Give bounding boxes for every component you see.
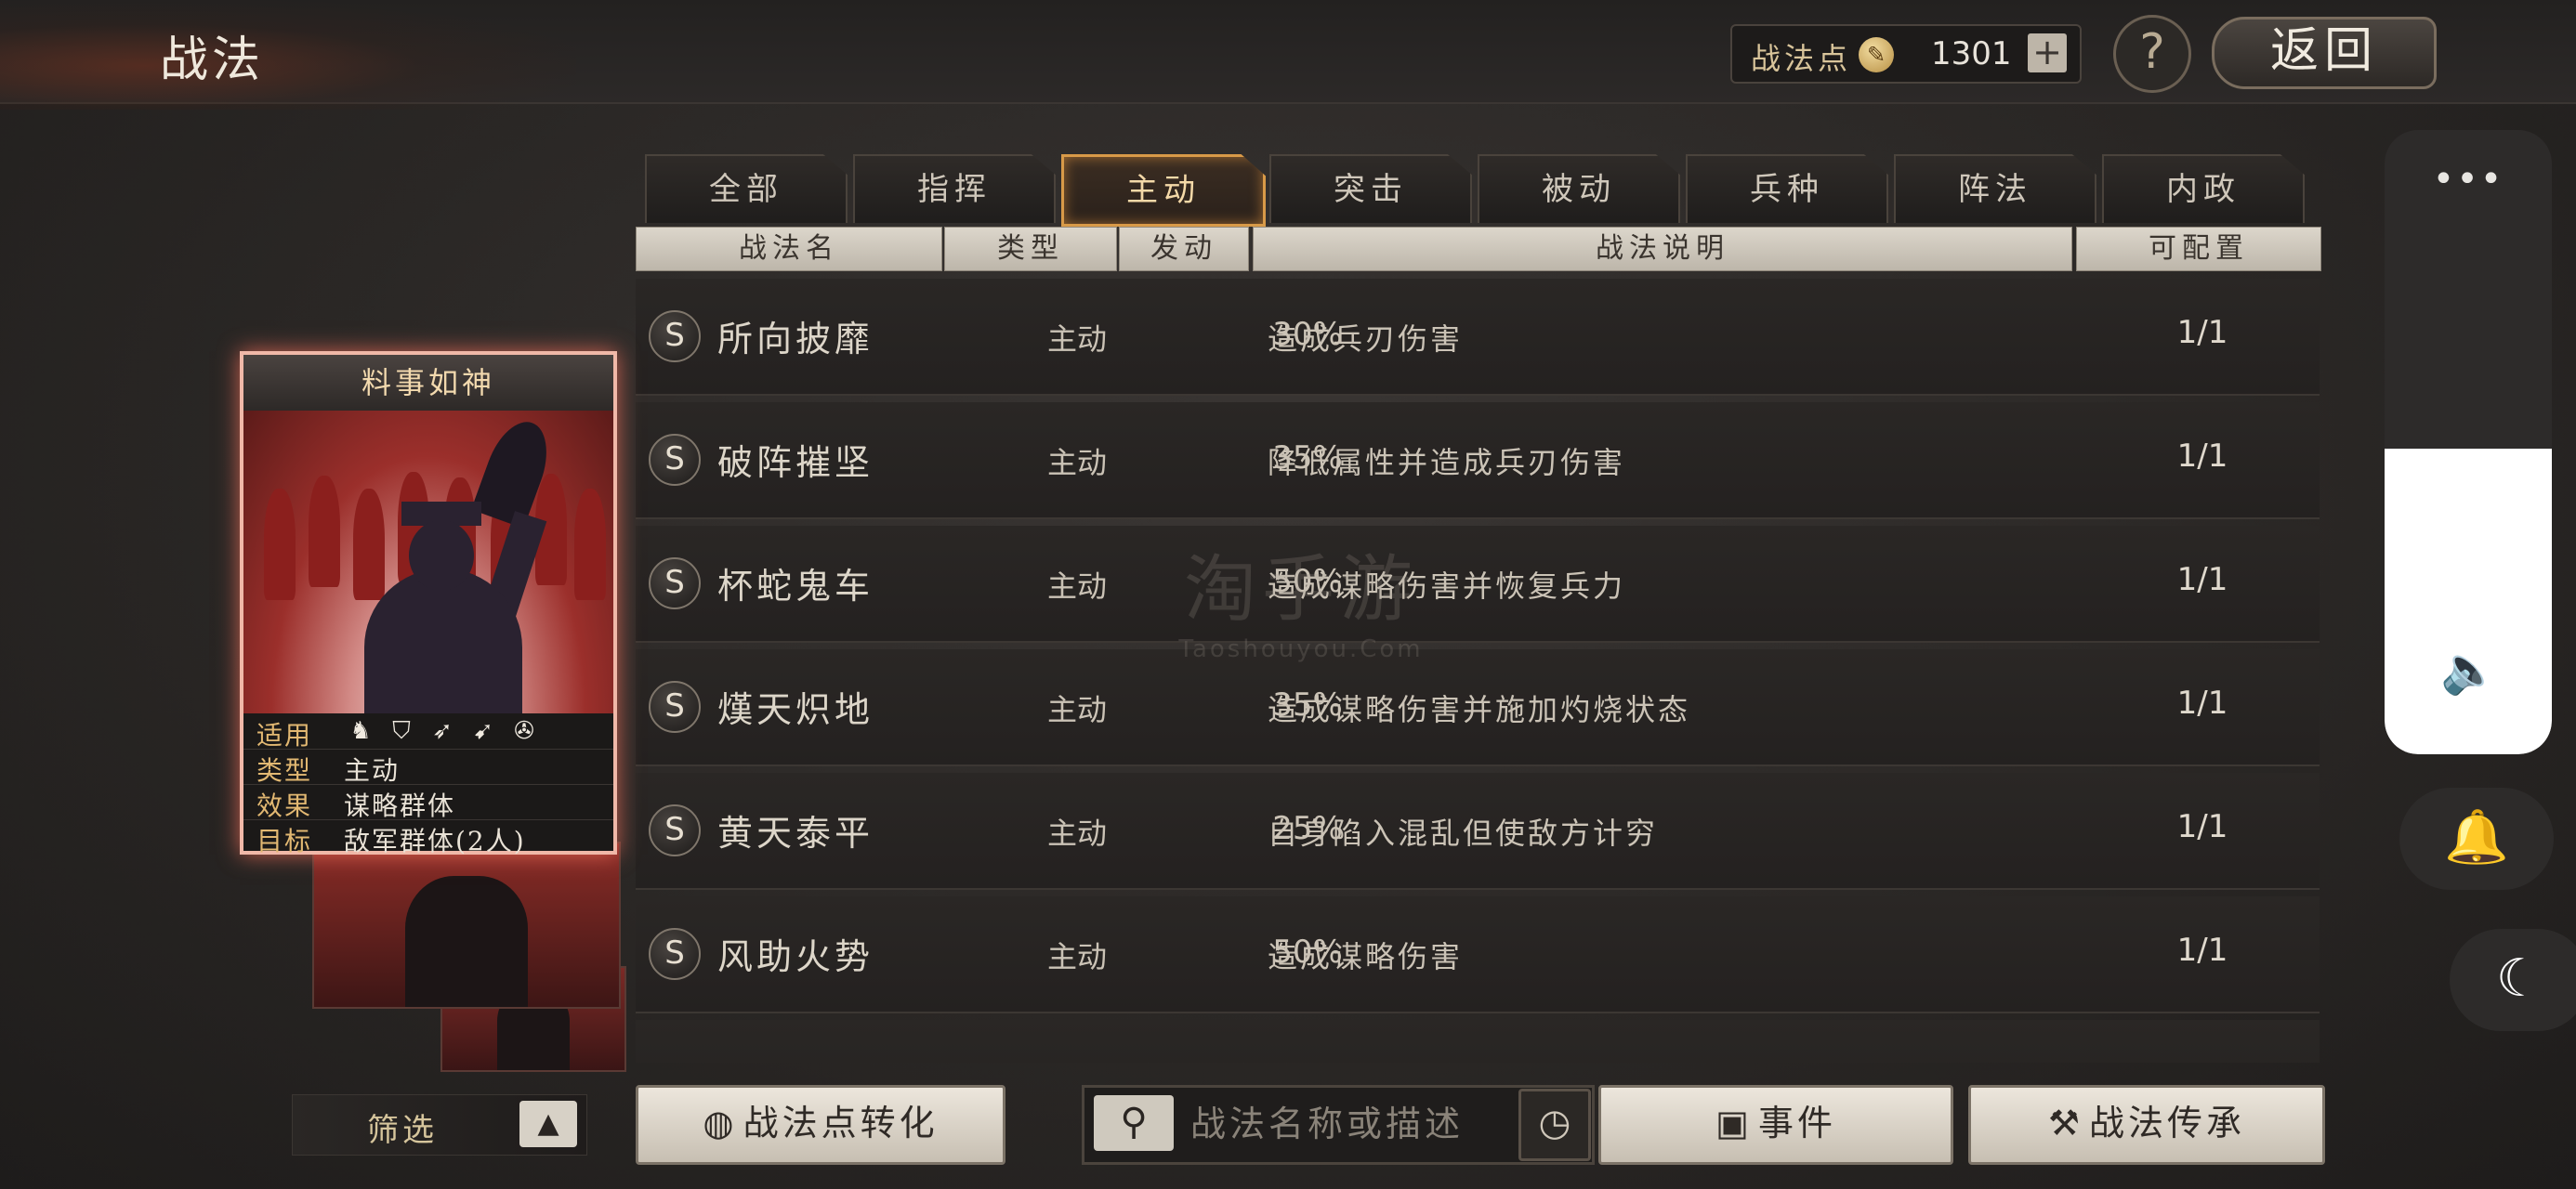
card-apply-row: 适用 ♞ ⛉ ➶ ➹ ✇ [243, 713, 613, 751]
add-points-button[interactable]: + [2028, 33, 2067, 72]
bell-icon[interactable]: 🔔 [2399, 788, 2554, 890]
volume-slider[interactable] [2385, 449, 2552, 754]
tactic-config: 1/1 [2176, 685, 2228, 722]
more-options-icon[interactable]: ••• [2385, 158, 2552, 201]
card-title: 料事如神 [243, 355, 613, 411]
grade-s-icon: S [649, 557, 701, 609]
card-stack-middle [312, 842, 621, 1009]
filter-box[interactable]: 筛选 ▲ [292, 1094, 587, 1156]
tab-all[interactable]: 全部 [645, 154, 848, 223]
tab-formation[interactable]: 阵法 [1894, 154, 2096, 223]
tactic-desc: 造成谋略伤害并施加灼烧状态 [1268, 692, 1691, 727]
search-icon[interactable]: ⚲ [1094, 1095, 1174, 1151]
tactic-type: 主动 [1046, 321, 1107, 357]
convert-points-button[interactable]: ◍ 战法点转化 [636, 1085, 1005, 1165]
tactic-row[interactable]: S 杯蛇鬼车 主动 50% 造成谋略伤害并恢复兵力 1/1 [636, 526, 2320, 643]
tactic-type: 主动 [1046, 692, 1107, 727]
tab-active[interactable]: 主动 [1061, 154, 1266, 227]
inherit-button[interactable]: ⚒ 战法传承 [1968, 1085, 2325, 1165]
tactic-name: 破阵摧坚 [717, 442, 874, 483]
ink-decoration [0, 0, 576, 110]
top-bar: 战法 战法点 ✎ 1301 + ? 返回 [0, 0, 2576, 110]
column-header-name[interactable]: 战法名 [636, 227, 942, 271]
filter-label: 筛选 [367, 1112, 438, 1149]
tactic-desc: 造成谋略伤害并恢复兵力 [1268, 568, 1626, 604]
wheel-icon: ✇ [514, 717, 534, 745]
tactic-row[interactable]: S 风助火势 主动 50% 造成谋略伤害 1/1 [636, 896, 2320, 1013]
speaker-icon: 🔈 [2440, 643, 2499, 697]
tactic-points-box: 战法点 ✎ 1301 + [1730, 24, 2082, 84]
tactic-desc: 造成兵刃伤害 [1268, 321, 1464, 357]
tactic-name: 杯蛇鬼车 [717, 566, 874, 607]
tab-command[interactable]: 指挥 [853, 154, 1056, 223]
tactic-desc: 自身陷入混乱但使敌方计穷 [1268, 816, 1659, 851]
bow-icon: ➶ [432, 717, 453, 745]
column-header-type[interactable]: 类型 [944, 227, 1117, 271]
clock-icon[interactable]: ◷ [1518, 1089, 1591, 1161]
points-label: 战法点 [1751, 41, 1852, 76]
card-target-row: 目标 敌军群体(2人) [256, 826, 526, 856]
tab-passive[interactable]: 被动 [1478, 154, 1680, 223]
column-header-config[interactable]: 可配置 [2076, 227, 2321, 271]
grade-s-icon: S [649, 310, 701, 362]
card-artwork [243, 411, 613, 713]
tactic-desc: 造成谋略伤害 [1268, 939, 1464, 974]
event-button[interactable]: ▣ 事件 [1598, 1085, 1953, 1165]
selected-tactic-card[interactable]: 料事如神 适用 ♞ ⛉ ➶ ➹ ✇ 类型 主动 效果 谋略群体 目标 敌军群体(… [240, 351, 617, 856]
card-effect-row: 效果 谋略群体 [243, 784, 613, 821]
tactic-type: 主动 [1046, 568, 1107, 604]
tactic-type: 主动 [1046, 939, 1107, 974]
tactic-type: 主动 [1046, 445, 1107, 480]
card-type-row: 类型 主动 [243, 749, 613, 786]
tactic-row[interactable]: S 熯天炽地 主动 35% 造成谋略伤害并施加灼烧状态 1/1 [636, 649, 2320, 766]
tactic-config: 1/1 [2176, 808, 2228, 845]
grade-s-icon: S [649, 434, 701, 486]
tactic-config: 1/1 [2176, 438, 2228, 475]
category-tabs: 全部 指挥 主动 突击 被动 兵种 阵法 内政 [645, 154, 2308, 227]
event-icon: ▣ [1715, 1103, 1753, 1143]
points-value: 1301 [1931, 35, 2012, 72]
filter-toggle-button[interactable]: ▲ [519, 1101, 577, 1147]
tactic-name: 风助火势 [717, 936, 874, 977]
tactic-config: 1/1 [2176, 314, 2228, 351]
tab-assault[interactable]: 突击 [1269, 154, 1472, 223]
column-header-desc: 战法说明 [1253, 227, 2072, 271]
fire-icon: ◍ [703, 1103, 738, 1143]
tactic-row[interactable]: S 黄天泰平 主动 25% 自身陷入混乱但使敌方计穷 1/1 [636, 773, 2320, 890]
tactic-name: 所向披靡 [717, 319, 874, 359]
shield-icon: ⛉ [392, 717, 411, 745]
tactic-name: 黄天泰平 [717, 813, 874, 854]
tactic-config: 1/1 [2176, 561, 2228, 598]
tactic-list[interactable]: S 所向披靡 主动 30% 造成兵刃伤害 1/1 S 破阵摧坚 主动 35% 降… [636, 279, 2320, 1063]
cavalry-icon: ♞ [349, 717, 372, 745]
spear-icon: ➹ [473, 717, 493, 745]
grade-s-icon: S [649, 804, 701, 856]
tab-troop[interactable]: 兵种 [1686, 154, 1888, 223]
card-info: 适用 ♞ ⛉ ➶ ➹ ✇ 类型 主动 效果 谋略群体 目标 敌军群体(2人) [243, 713, 613, 856]
tactic-type: 主动 [1046, 816, 1107, 851]
tactic-desc: 降低属性并造成兵刃伤害 [1268, 445, 1626, 480]
tactic-row-partial[interactable] [636, 1020, 2320, 1063]
points-coin-icon: ✎ [1859, 37, 1894, 72]
hammer-icon: ⚒ [2047, 1103, 2084, 1143]
tactic-row[interactable]: S 所向披靡 主动 30% 造成兵刃伤害 1/1 [636, 279, 2320, 396]
tactic-row[interactable]: S 破阵摧坚 主动 35% 降低属性并造成兵刃伤害 1/1 [636, 402, 2320, 519]
volume-panel[interactable]: ••• 🔈 [2385, 130, 2552, 754]
grade-s-icon: S [649, 681, 701, 733]
back-button[interactable]: 返回 [2212, 17, 2437, 89]
tactic-config: 1/1 [2176, 932, 2228, 969]
column-header-rate[interactable]: 发动 [1119, 227, 1249, 271]
troop-icons: ♞ ⛉ ➶ ➹ ✇ [344, 717, 548, 745]
moon-icon[interactable]: ☾ [2450, 929, 2576, 1031]
grade-s-icon: S [649, 928, 701, 980]
help-button[interactable]: ? [2113, 15, 2191, 93]
tactic-name: 熯天炽地 [717, 689, 874, 730]
tab-internal[interactable]: 内政 [2102, 154, 2305, 223]
page-title: 战法 [160, 33, 265, 88]
